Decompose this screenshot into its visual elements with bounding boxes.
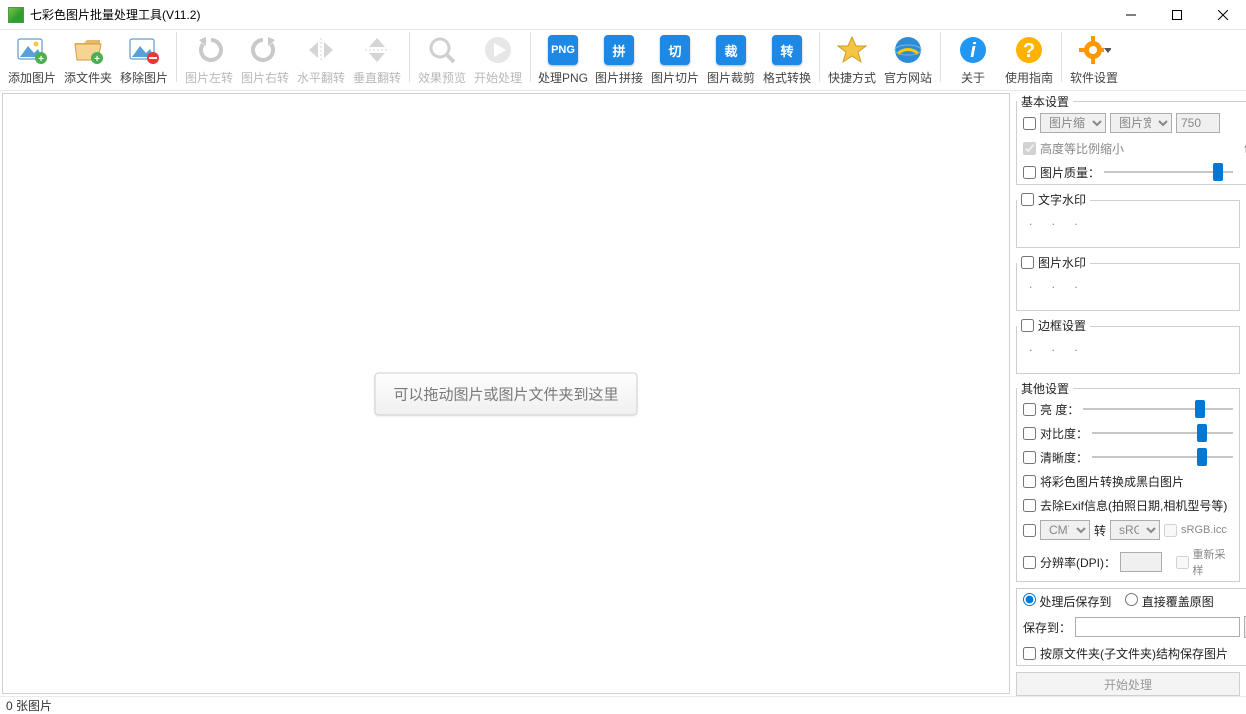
colorspace-checkbox[interactable]: [1023, 524, 1036, 537]
gear-icon: [1077, 33, 1111, 67]
status-count: 0 张图片: [6, 697, 52, 714]
side-panel: 基本设置 图片缩小 图片宽： 高度等比例缩小 像素 图片质量： 92(高): [1010, 91, 1246, 696]
bw-checkbox[interactable]: [1023, 475, 1036, 488]
toolbar: + 添加图片 + 添文件夹 移除图片 图片左转 图片右转 水平翻转 垂直翻转 效…: [0, 30, 1246, 91]
dpi-checkbox[interactable]: [1023, 556, 1036, 569]
chevron-down-icon: [1104, 46, 1111, 54]
start-process-button[interactable]: 开始处理: [1016, 672, 1240, 696]
start-button[interactable]: 开始处理: [470, 31, 526, 88]
sharpness-slider[interactable]: [1092, 456, 1233, 458]
maximize-button[interactable]: [1154, 0, 1200, 30]
rotate-left-icon: [192, 33, 226, 67]
overwrite-radio[interactable]: [1125, 593, 1138, 606]
srgb-select[interactable]: sRGB: [1110, 520, 1160, 540]
brightness-slider[interactable]: [1083, 408, 1233, 410]
width-input[interactable]: [1176, 113, 1220, 133]
other-settings: 其他设置 亮 度： 对比度： 清晰度： 将彩色图片转换成黑白图片 去除Exif信…: [1016, 380, 1240, 582]
info-icon: i: [956, 33, 990, 67]
save-to-radio[interactable]: [1023, 593, 1036, 606]
join-button[interactable]: 拼 图片拼接: [591, 31, 647, 88]
convert-button[interactable]: 转 格式转换: [759, 31, 815, 88]
border-settings: 边框设置 . . .: [1016, 317, 1240, 374]
shrink-checkbox[interactable]: [1023, 117, 1036, 130]
titlebar: 七彩色图片批量处理工具(V11.2): [0, 0, 1246, 30]
contrast-checkbox[interactable]: [1023, 427, 1036, 440]
minimize-button[interactable]: [1108, 0, 1154, 30]
play-icon: [481, 33, 515, 67]
magnifier-icon: [425, 33, 459, 67]
sharpness-checkbox[interactable]: [1023, 451, 1036, 464]
svg-text:+: +: [38, 54, 44, 65]
window-title: 七彩色图片批量处理工具(V11.2): [30, 6, 1108, 23]
shortcut-button[interactable]: 快捷方式: [824, 31, 880, 88]
svg-text:+: +: [94, 54, 100, 65]
shrink-select[interactable]: 图片缩小: [1040, 113, 1106, 133]
basic-legend: 基本设置: [1017, 93, 1073, 110]
statusbar: 0 张图片: [0, 696, 1246, 714]
guide-button[interactable]: ? 使用指南: [1001, 31, 1057, 88]
rotate-right-icon: [248, 33, 282, 67]
add-image-button[interactable]: + 添加图片: [4, 31, 60, 88]
contrast-slider[interactable]: [1092, 432, 1233, 434]
add-image-icon: +: [15, 33, 49, 67]
remove-image-icon: [127, 33, 161, 67]
text-wm-checkbox[interactable]: [1021, 193, 1034, 206]
png-badge: PNG: [548, 35, 578, 65]
dpi-input[interactable]: [1120, 552, 1162, 572]
svg-text:?: ?: [1023, 40, 1035, 62]
keep-tree-checkbox[interactable]: [1023, 647, 1036, 660]
flip-v-icon: [360, 33, 394, 67]
crop-badge: 裁: [716, 35, 746, 65]
border-checkbox[interactable]: [1021, 319, 1034, 332]
cmyk-select[interactable]: CMYK: [1040, 520, 1090, 540]
image-wm-checkbox[interactable]: [1021, 256, 1034, 269]
basic-settings: 基本设置 图片缩小 图片宽： 高度等比例缩小 像素 图片质量： 92(高): [1016, 93, 1246, 185]
brightness-checkbox[interactable]: [1023, 403, 1036, 416]
help-icon: ?: [1012, 33, 1046, 67]
preview-button[interactable]: 效果预览: [414, 31, 470, 88]
add-folder-button[interactable]: + 添文件夹: [60, 31, 116, 88]
folder-icon: +: [71, 33, 105, 67]
slice-button[interactable]: 切 图片切片: [647, 31, 703, 88]
globe-icon: [891, 33, 925, 67]
convert-badge: 转: [772, 35, 802, 65]
icc-checkbox: [1164, 524, 1177, 537]
website-button[interactable]: 官方网站: [880, 31, 936, 88]
quality-checkbox[interactable]: [1023, 166, 1036, 179]
rotate-right-button[interactable]: 图片右转: [237, 31, 293, 88]
flip-horizontal-button[interactable]: 水平翻转: [293, 31, 349, 88]
save-settings: 处理后保存到 直接覆盖原图 保存到： 选择 按原文件夹(子文件夹)结构保存图片: [1016, 588, 1246, 666]
quality-value: 92(高): [1237, 164, 1246, 181]
remove-image-button[interactable]: 移除图片: [116, 31, 172, 88]
app-icon: [8, 7, 24, 23]
image-watermark: 图片水印 . . .: [1016, 254, 1240, 311]
svg-text:i: i: [970, 40, 976, 62]
settings-button[interactable]: 软件设置: [1066, 31, 1122, 88]
exif-checkbox[interactable]: [1023, 499, 1036, 512]
resample-checkbox: [1176, 556, 1189, 569]
width-select[interactable]: 图片宽：: [1110, 113, 1172, 133]
image-canvas[interactable]: 可以拖动图片或图片文件夹到这里: [2, 93, 1010, 694]
ratio-checkbox: [1023, 142, 1036, 155]
process-png-button[interactable]: PNG 处理PNG: [535, 31, 591, 88]
crop-button[interactable]: 裁 图片裁剪: [703, 31, 759, 88]
join-badge: 拼: [604, 35, 634, 65]
drop-hint: 可以拖动图片或图片文件夹到这里: [374, 372, 637, 415]
rotate-left-button[interactable]: 图片左转: [181, 31, 237, 88]
save-path-input[interactable]: [1075, 617, 1240, 637]
about-button[interactable]: i 关于: [945, 31, 1001, 88]
quality-slider[interactable]: [1104, 171, 1233, 173]
flip-vertical-button[interactable]: 垂直翻转: [349, 31, 405, 88]
flip-h-icon: [304, 33, 338, 67]
slice-badge: 切: [660, 35, 690, 65]
text-watermark: 文字水印 . . .: [1016, 191, 1240, 248]
close-button[interactable]: [1200, 0, 1246, 30]
star-icon: [835, 33, 869, 67]
